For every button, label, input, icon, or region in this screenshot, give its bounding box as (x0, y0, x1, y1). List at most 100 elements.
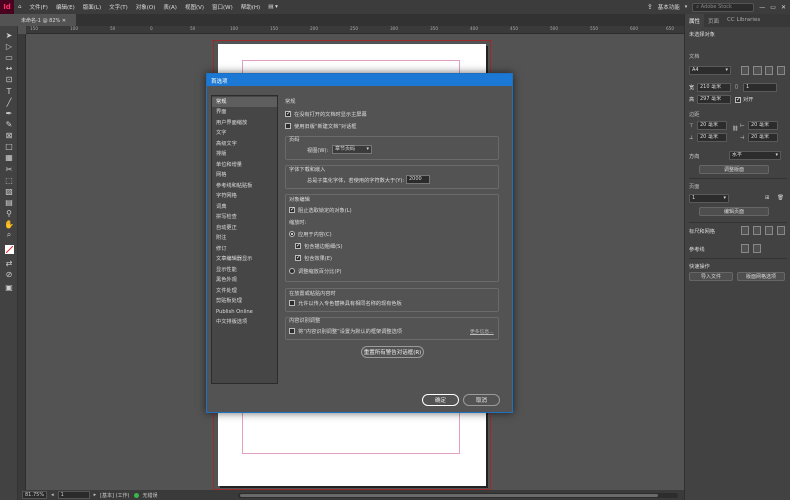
category-item[interactable]: 文章编辑器显示 (212, 254, 277, 264)
font-subset-input[interactable]: 2000 (406, 175, 430, 184)
category-item[interactable]: 自动更正 (212, 223, 277, 233)
category-item[interactable]: 高级文字 (212, 139, 277, 149)
show-home-checkbox[interactable] (285, 110, 291, 117)
prevent-locked-checkbox[interactable] (289, 206, 295, 213)
menu-help[interactable]: 帮助(H) (237, 3, 264, 11)
ok-button[interactable]: 确定 (422, 394, 459, 406)
dialog-title-bar[interactable]: 首选项 (207, 74, 512, 86)
category-item[interactable]: 常规 (212, 97, 277, 107)
content-collector-icon[interactable]: ⊡ (3, 74, 15, 84)
menu-object[interactable]: 对象(O) (132, 3, 160, 11)
document-grid-icon[interactable] (753, 226, 761, 235)
width-field[interactable]: 210 毫米 (697, 83, 731, 92)
category-item[interactable]: 剪贴板处理 (212, 296, 277, 306)
minimize-icon[interactable]: — (759, 4, 765, 11)
import-file-button[interactable]: 导入文件 (689, 272, 733, 281)
fill-stroke-icon[interactable] (3, 244, 15, 254)
margin-bottom-field[interactable]: 20 毫米 (697, 133, 727, 142)
replace-swatch-checkbox[interactable] (289, 300, 295, 306)
category-item[interactable]: 修订 (212, 244, 277, 254)
preflight-profile[interactable]: [基本] (工作) (100, 492, 129, 499)
category-item[interactable]: 字符网格 (212, 191, 277, 201)
close-tab-icon[interactable]: ✕ (62, 18, 66, 24)
category-item[interactable]: 附注 (212, 233, 277, 243)
eyedropper-tool-icon[interactable]: ⚲ (3, 208, 15, 218)
category-item[interactable]: 文字 (212, 128, 277, 138)
adjust-scale-radio[interactable] (289, 268, 295, 274)
ruler-icon[interactable] (741, 226, 749, 235)
pencil-tool-icon[interactable]: ✎ (3, 119, 15, 129)
horizontal-ruler[interactable]: 150 100 50 0 50 100 150 200 250 300 350 … (26, 26, 684, 34)
add-page-icon[interactable]: ⊞ (765, 195, 769, 201)
baseline-grid-icon[interactable] (765, 226, 773, 235)
maximize-icon[interactable]: ▭ (770, 4, 776, 11)
category-item[interactable]: 显示性能 (212, 265, 277, 275)
category-item[interactable]: 单位和增量 (212, 160, 277, 170)
category-item[interactable]: 参考线和粘贴板 (212, 181, 277, 191)
type-tool-icon[interactable]: T (3, 86, 15, 96)
preflight-status[interactable]: 无错误 (143, 492, 158, 499)
grid-tool-icon[interactable]: ▦ (3, 152, 15, 162)
layout-icon[interactable]: ▤ ▾ (264, 4, 282, 10)
pen-tool-icon[interactable]: ✒ (3, 108, 15, 118)
include-effects-checkbox[interactable] (295, 254, 301, 261)
page-tool-icon[interactable]: ▭ (3, 52, 15, 62)
gap-tool-icon[interactable]: ↔ (3, 63, 15, 73)
layout-grid-options-button[interactable]: 版面网格选项 (737, 272, 785, 281)
category-item[interactable]: 中文排版选项 (212, 317, 277, 327)
margin-inside-field[interactable]: 20 毫米 (748, 121, 778, 130)
show-guides-icon[interactable] (741, 244, 749, 253)
include-stroke-checkbox[interactable] (295, 242, 301, 249)
swap-colors-icon[interactable]: ⇄ (3, 258, 15, 268)
hand-tool-icon[interactable]: ✋ (3, 219, 15, 229)
stock-search-input[interactable]: ⌕ Adobe Stock (692, 2, 755, 12)
reset-warnings-button[interactable]: 重置所有警告对话框(R) (361, 346, 424, 358)
scroll-thumb[interactable] (240, 493, 658, 497)
landscape-icon[interactable] (753, 66, 762, 75)
binding-left-icon[interactable] (765, 66, 773, 75)
direct-selection-tool-icon[interactable]: ▷ (3, 41, 15, 51)
margin-top-field[interactable]: 20 毫米 (697, 121, 727, 130)
line-tool-icon[interactable]: ╱ (3, 97, 15, 107)
zoom-tool-icon[interactable]: ⌕ (3, 230, 15, 240)
portrait-icon[interactable] (741, 66, 749, 75)
prev-page-icon[interactable]: ◂ (51, 492, 54, 498)
menu-file[interactable]: 文件(F) (26, 3, 52, 11)
layout-grid-icon[interactable] (777, 226, 785, 235)
selection-tool-icon[interactable]: ➤ (3, 30, 15, 40)
apply-none-icon[interactable]: ⊘ (3, 269, 15, 279)
menu-edit[interactable]: 编辑(E) (52, 3, 79, 11)
cancel-button[interactable]: 取消 (463, 394, 500, 406)
smart-guides-icon[interactable] (753, 244, 761, 253)
next-page-icon[interactable]: ▸ (94, 492, 97, 498)
note-tool-icon[interactable]: ▤ (3, 197, 15, 207)
rectangle-tool-icon[interactable]: □ (3, 141, 15, 151)
page-size-select[interactable]: A4 ▾ (689, 66, 731, 75)
binding-right-icon[interactable] (777, 66, 785, 75)
delete-page-icon[interactable]: 🗑 (777, 195, 784, 201)
page-numbering-view-select[interactable]: 章节页码 ▾ (332, 145, 372, 154)
apply-to-content-radio[interactable] (289, 231, 295, 237)
adjust-layout-button[interactable]: 调整版面 (699, 165, 769, 174)
share-icon[interactable]: ⇪ (647, 3, 653, 11)
category-item[interactable]: 用户界面缩放 (212, 118, 277, 128)
category-item[interactable]: 界面 (212, 107, 277, 117)
content-aware-checkbox[interactable] (289, 328, 295, 334)
height-field[interactable]: 297 毫米 (697, 95, 731, 104)
chevron-down-icon[interactable]: ▾ (685, 4, 688, 10)
workspace-switcher[interactable]: 基本功能 (658, 3, 680, 11)
category-item[interactable]: 拼写检查 (212, 212, 277, 222)
category-list[interactable]: 常规 界面 用户界面缩放 文字 高级文字 排版 单位和增量 网格 参考线和粘贴板… (211, 95, 278, 384)
vertical-ruler[interactable] (18, 34, 26, 490)
horizontal-scrollbar[interactable] (238, 492, 678, 498)
zoom-field[interactable]: 81.75% (22, 491, 48, 499)
category-item[interactable]: 排版 (212, 149, 277, 159)
tab-pages[interactable]: 页面 (704, 14, 723, 27)
tab-cc-libraries[interactable]: CC Libraries (723, 14, 764, 27)
rectangle-frame-tool-icon[interactable]: ⊠ (3, 130, 15, 140)
menu-type[interactable]: 文字(T) (105, 3, 132, 11)
page-select[interactable]: 1 ▾ (689, 194, 729, 203)
category-item[interactable]: 黑色外观 (212, 275, 277, 285)
menu-view[interactable]: 视图(V) (181, 3, 208, 11)
facing-pages-checkbox[interactable] (735, 96, 741, 103)
